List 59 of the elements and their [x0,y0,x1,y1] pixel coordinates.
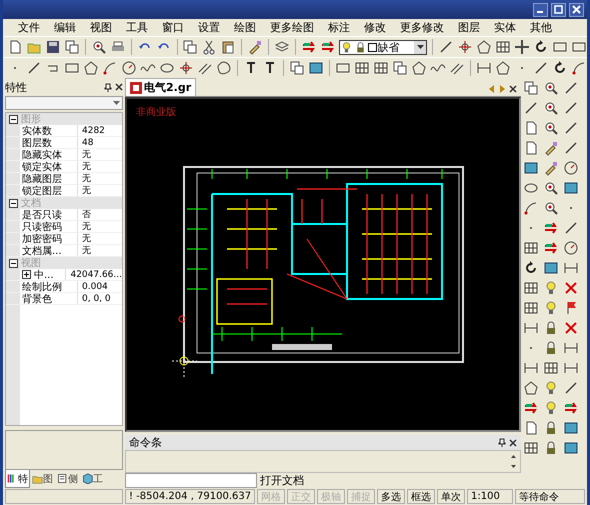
menu-item[interactable]: 标注 [321,20,357,35]
watermark-text: 非商业版 [136,106,176,119]
property-name: 背景色 [22,292,52,306]
category-label: 图形 [21,113,41,126]
menu-item[interactable]: 设置 [191,20,227,35]
panel-tab[interactable]: 特 [5,470,30,488]
property-name: 绘制比例 [22,280,62,294]
category-label: 文档 [21,196,41,210]
panel-tab[interactable]: 侧 [55,470,80,488]
menu-item[interactable]: 工具 [119,20,155,35]
panel-tab[interactable]: 图 [30,470,55,488]
property-name: 中... [34,268,54,282]
property-value: 无 [82,221,91,233]
scale-readout: 1:100 [467,489,513,504]
property-value: 0, 0, 0 [82,294,111,304]
menu-item[interactable]: 实体 [487,20,523,35]
menu-item[interactable]: 文件 [11,20,47,35]
menu-item[interactable]: 编辑 [47,20,83,35]
property-name: 隐藏实体 [22,148,62,162]
property-value: 42047.66... [70,270,122,280]
property-name: 隐藏图层 [22,172,62,186]
status-toggle[interactable]: 单次 [437,489,465,504]
property-name: 只读密码 [22,220,62,234]
layer-dropdown[interactable]: 缺省 [338,40,428,54]
property-value: 无 [82,233,91,245]
panel-tab[interactable]: 工 [80,470,105,488]
property-name: 锁定图层 [22,184,62,198]
menu-item[interactable]: 绘图 [227,20,263,35]
property-value: 无 [82,161,91,173]
property-name: 加密密码 [22,232,62,246]
menu-item[interactable]: 修改 [357,20,393,35]
menu-item[interactable]: 更多修改 [393,20,451,35]
prompt-text: 打开文档 [260,473,304,488]
property-value: 4282 [82,126,105,136]
menu-item[interactable]: 视图 [83,20,119,35]
property-name: 图层数 [22,136,52,150]
property-name: 实体数 [22,124,52,138]
menu-item[interactable]: 图层 [451,20,487,35]
status-toggle[interactable]: 框选 [407,489,435,504]
category-label: 视图 [21,256,41,270]
property-value: 无 [82,173,91,185]
property-value: 否 [82,209,91,221]
property-name: 是否只读 [22,208,62,222]
document-tab[interactable]: 电气2.gr [125,78,196,96]
status-toggle[interactable]: 多选 [377,489,405,504]
command-bar-title: 命令条 [129,435,162,450]
property-name: 文档属... [22,244,62,258]
menu-item[interactable]: 更多绘图 [263,20,321,35]
property-value: 无 [82,185,91,197]
menu-item[interactable]: 窗口 [155,20,191,35]
panel-title: 特性 [5,80,27,94]
coordinates-readout: ! -8504.204 , 79100.637 [125,489,255,504]
property-value: 0.004 [82,282,108,292]
property-value: 无 [82,245,91,257]
property-value: 48 [82,138,94,148]
status-message: 等待命令 [515,489,585,504]
menu-item[interactable]: 其他 [523,20,559,35]
property-name: 锁定实体 [22,160,62,174]
property-value: 无 [82,149,91,161]
